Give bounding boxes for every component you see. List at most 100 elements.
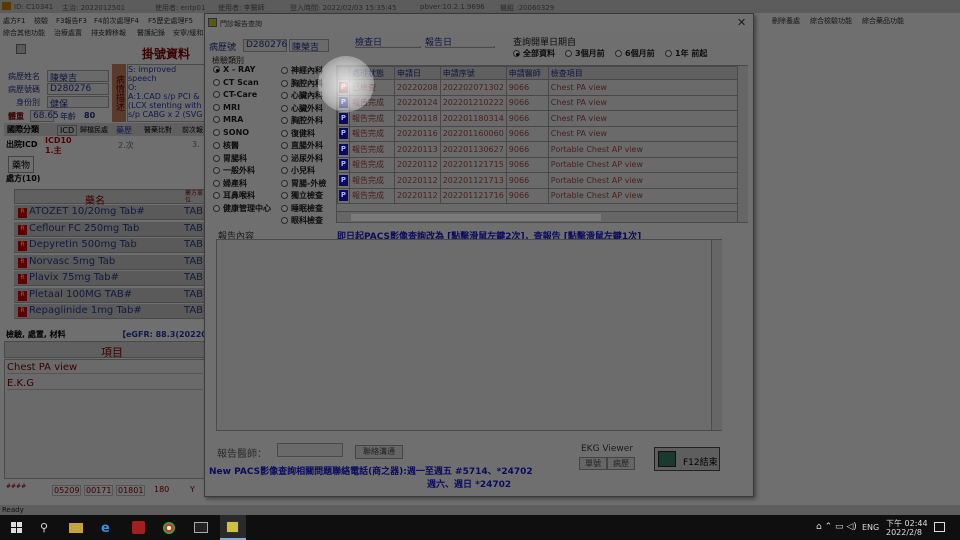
category-radio-left-8[interactable]: 一般外科	[213, 165, 255, 176]
drug-row[interactable]: R Depyretin 500mg Tab TAB	[14, 238, 208, 253]
icd-third[interactable]: 3.	[192, 140, 200, 149]
category-radio-right-0[interactable]: 神經內科	[281, 65, 323, 76]
ekg-chart-button[interactable]: 病歷	[607, 457, 635, 470]
category-radio-right-3[interactable]: 心臟外科	[281, 103, 323, 114]
rx-icon[interactable]	[16, 44, 26, 54]
drug-row[interactable]: R Ceflour FC 250mg Tab TAB	[14, 221, 208, 237]
category-radio-left-4[interactable]: MRA	[213, 115, 243, 124]
terminal-icon[interactable]	[194, 522, 208, 533]
menu-item-nursing[interactable]: 醫護紀錄	[137, 28, 165, 38]
file-explorer-icon[interactable]	[69, 523, 83, 533]
tab-compare[interactable]: 醫藥比對	[144, 125, 172, 135]
report-row[interactable]: P 報告完成 20220113 202201130627 9066 Portable Ch…	[337, 141, 739, 158]
pacs-image-icon[interactable]: P	[339, 159, 348, 171]
range-1y-radio[interactable]	[665, 50, 672, 57]
tab-prev-report[interactable]: 前次報	[182, 125, 203, 135]
menu-item-prev[interactable]: F4前次處理F4	[94, 16, 139, 26]
category-radio-left-0[interactable]: X - RAY	[213, 65, 255, 74]
category-radio-right-7[interactable]: 泌尿外科	[281, 153, 323, 164]
category-radio-right-8[interactable]: 小兒科	[281, 165, 315, 176]
icd-secondary[interactable]: 2.次	[118, 140, 134, 151]
tab-archive[interactable]: 歸檔民處	[80, 125, 108, 135]
drug-row[interactable]: R ATOZET 10/20mg Tab# TAB	[14, 205, 208, 220]
column-header[interactable]: 申請醫師	[505, 66, 549, 80]
range-6m-radio[interactable]	[615, 50, 622, 57]
pacs-image-icon[interactable]: P	[339, 174, 348, 186]
contact-button[interactable]: 聯絡溝通	[355, 445, 403, 459]
category-radio-left-2[interactable]: CT-Care	[213, 90, 257, 99]
edge-icon[interactable]: e	[101, 521, 110, 536]
menu-item-rx[interactable]: 處方F1	[3, 16, 25, 26]
menu-item-other[interactable]: 綜合其他功能	[3, 28, 45, 38]
drug-row[interactable]: R Repaglinide 1mg Tab# TAB	[14, 304, 208, 319]
report-scrollbar[interactable]	[711, 240, 722, 430]
pacs-image-icon[interactable]: P	[339, 143, 348, 155]
chrome-icon[interactable]	[163, 522, 175, 534]
exam-date-field[interactable]	[355, 46, 421, 48]
f12-exit-button[interactable]: F12結束	[654, 447, 720, 471]
category-radio-right-1[interactable]: 胸腔內科	[281, 78, 323, 89]
language-indicator[interactable]: ENG	[862, 523, 879, 532]
menu-item-treat[interactable]: 治療處置	[54, 28, 82, 38]
report-row[interactable]: P 報告完成 20220112 202201121713 9066 Portable Ch…	[337, 172, 739, 189]
tab-drug-history[interactable]: 藥歷	[116, 125, 132, 136]
menu-item-lab[interactable]: 檢驗	[34, 16, 48, 26]
category-radio-left-3[interactable]: MRI	[213, 103, 240, 112]
clock-date[interactable]: 2022/2/8	[886, 528, 922, 537]
tab-icd[interactable]: ICD	[57, 125, 78, 136]
report-row[interactable]: P已檢查202202082022020713029066Chest PA vie…	[337, 79, 739, 96]
close-icon[interactable]: ✕	[737, 16, 746, 29]
report-row[interactable]: P 報告完成 20220112 202201121716 9066 Portable Ch…	[337, 187, 739, 204]
menu-item-lab-func[interactable]: 綜合檢驗功能	[810, 16, 852, 26]
category-radio-left-5[interactable]: SONO	[213, 128, 249, 137]
drug-row[interactable]: R Pletaal 100MG TAB# TAB	[14, 287, 208, 303]
windows-start-icon[interactable]	[11, 522, 22, 533]
app-icon[interactable]	[132, 521, 145, 534]
ekg-order-button[interactable]: 單號	[579, 457, 607, 470]
category-radio-left-7[interactable]: 胃腸科	[213, 153, 247, 164]
category-radio-right-5[interactable]: 復健科	[281, 128, 315, 139]
report-row[interactable]: P 報告完成 20220116 202201160060 9066 Chest PA vi…	[337, 125, 739, 142]
exam-item[interactable]: E.K.G	[7, 378, 203, 390]
column-header[interactable]: 檢查項目	[547, 66, 739, 80]
table-vertical-scrollbar[interactable]	[737, 66, 748, 222]
exam-item[interactable]: Chest PA view	[7, 362, 203, 374]
category-radio-left-9[interactable]: 婦產科	[213, 178, 247, 189]
category-radio-right-6[interactable]: 直腸外科	[281, 140, 323, 151]
menu-item-hospice[interactable]: 安寧/緩和	[173, 28, 203, 38]
menu-item-report[interactable]: F3報告F3	[56, 16, 87, 26]
pacs-image-icon[interactable]: P	[339, 112, 348, 124]
table-horizontal-scrollbar[interactable]	[337, 211, 737, 222]
report-row[interactable]: P 報告完成 20220118 202201180314 9066 Chest PA vi…	[337, 110, 739, 127]
menu-item-transfer[interactable]: 排支轉移報	[91, 28, 126, 38]
column-header[interactable]: 申請日	[394, 66, 441, 80]
menu-item-history[interactable]: F5歷史處理F5	[148, 16, 193, 26]
category-radio-right-10[interactable]: 獨立檢查	[281, 190, 323, 201]
report-row[interactable]: P 報告完成 20220112 202201121715 9066 Portable Ch…	[337, 156, 739, 173]
report-row[interactable]: P報告完成202201242022012102229066Chest PA vi…	[337, 94, 739, 111]
category-radio-right-12[interactable]: 眼科檢查	[281, 215, 323, 226]
drug-row[interactable]: R Plavix 75mg Tab# TAB	[14, 271, 208, 286]
category-radio-right-11[interactable]: 睡眠檢查	[281, 203, 323, 214]
drug-row[interactable]: R Norvasc 5mg Tab TAB	[14, 254, 208, 270]
category-radio-left-10[interactable]: 耳鼻喉科	[213, 190, 255, 201]
range-3m-radio[interactable]	[565, 50, 572, 57]
report-content-area[interactable]	[216, 239, 722, 431]
search-icon[interactable]: ⚲	[40, 521, 48, 534]
icd-primary[interactable]: 1.主	[45, 145, 62, 156]
category-radio-left-6[interactable]: 核醫	[213, 140, 239, 151]
notification-icon[interactable]	[934, 522, 945, 532]
report-date-field[interactable]	[425, 46, 495, 48]
pacs-image-icon[interactable]: P	[339, 190, 348, 202]
menu-item-drug-func[interactable]: 綜合藥品功能	[862, 16, 904, 26]
column-header[interactable]: 申請序號	[439, 66, 507, 80]
category-radio-right-9[interactable]: 胃腸-外檢	[281, 178, 326, 189]
category-radio-right-4[interactable]: 胸腔外科	[281, 115, 323, 126]
menu-item-delete[interactable]: 刪除養處	[772, 16, 800, 26]
range-all-radio[interactable]	[513, 50, 520, 57]
category-radio-right-2[interactable]: 心臟內科	[281, 90, 323, 101]
drug-tab[interactable]: 藥物	[8, 156, 35, 173]
tray-icons[interactable]: ⌂ ⌃ ▭ ◁)	[816, 522, 857, 532]
scrollbar-thumb[interactable]	[351, 214, 601, 221]
tab-classification[interactable]: 國際分類	[7, 124, 39, 135]
